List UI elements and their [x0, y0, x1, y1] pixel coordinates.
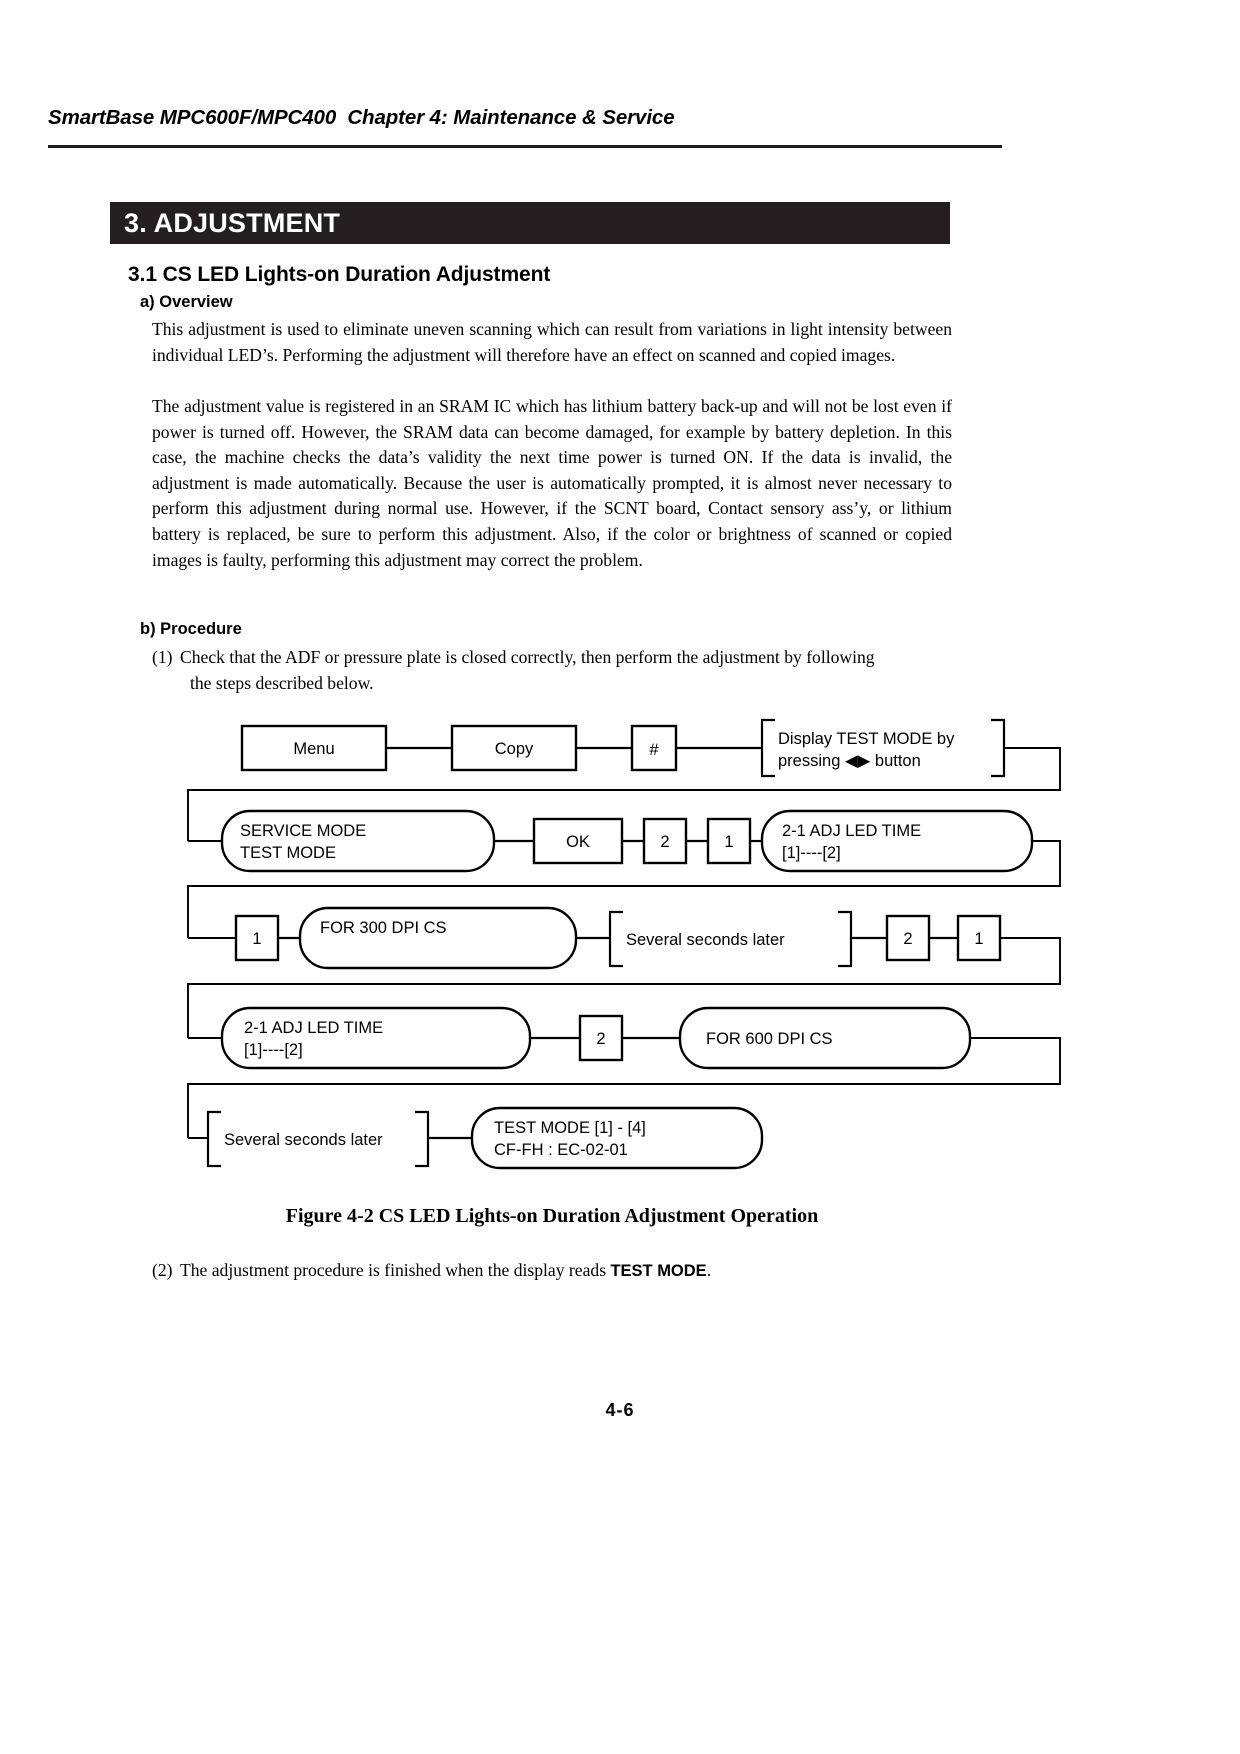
procedure-step-2: (2) The adjustment procedure is finished …: [152, 1258, 952, 1285]
flow-display-test-mode-result: [470, 1106, 764, 1170]
flow-label-hash: #: [649, 741, 659, 759]
flow-display-adj-led-time: [760, 809, 1034, 873]
page-number: 4-6: [605, 1400, 635, 1420]
step-1-continuation: the steps described below.: [190, 672, 374, 693]
flow-note-display-testmode-line1: Display TEST MODE by: [778, 730, 955, 748]
flow-label-key-1b-row3: 1: [974, 930, 983, 948]
running-header: SmartBase MPC600F/MPC400 Chapter 4: Main…: [48, 106, 675, 129]
flow-label-for-600dpi: FOR 600 DPI CS: [706, 1030, 833, 1048]
flow-label-adj-led-time-range: [1]----[2]: [782, 844, 841, 862]
step-2-number: (2): [152, 1260, 173, 1280]
flow-note-several-seconds-row3: Several seconds later: [626, 931, 785, 949]
overview-paragraph-2: The adjustment value is registered in an…: [152, 396, 952, 570]
flow-label-service-mode: SERVICE MODE: [240, 822, 366, 840]
subsection-heading-procedure: b) Procedure: [140, 620, 242, 638]
flow-display-adj-led-time-row4: [220, 1006, 532, 1070]
section-heading: 3.1 CS LED Lights-on Duration Adjustment: [128, 263, 551, 286]
flow-label-key-2-row3: 2: [903, 930, 912, 948]
flow-label-ok: OK: [566, 833, 590, 851]
step-1-number: (1): [152, 647, 173, 667]
procedure-step-1: (1) Check that the ADF or pressure plate …: [152, 645, 952, 696]
flow-note-display-testmode-line2: pressing ◀▶ button: [778, 752, 921, 770]
flow-label-copy: Copy: [495, 740, 534, 758]
flow-label-for-300dpi: FOR 300 DPI CS: [320, 919, 447, 937]
flow-note-several-seconds-row5: Several seconds later: [224, 1131, 383, 1149]
step-2-emphasis: TEST MODE: [610, 1262, 707, 1280]
flow-label-adj-led-time-range-row4: [1]----[2]: [244, 1041, 303, 1059]
chapter-title-bar: 3. ADJUSTMENT: [110, 202, 950, 244]
flow-label-key-2-row4: 2: [596, 1030, 605, 1048]
step-1-text: Check that the ADF or pressure plate is …: [180, 647, 875, 667]
flow-label-test-mode: TEST MODE: [240, 844, 336, 862]
flow-label-key-2: 2: [660, 833, 669, 851]
step-2-text-before: The adjustment procedure is finished whe…: [180, 1260, 611, 1280]
header-rule: [48, 145, 1002, 148]
flow-label-adj-led-time: 2-1 ADJ LED TIME: [782, 822, 921, 840]
flow-label-key-1: 1: [724, 833, 733, 851]
figure-caption: Figure 4-2 CS LED Lights-on Duration Adj…: [285, 1205, 819, 1227]
flow-display-service-mode: [220, 809, 496, 873]
chapter-title-label: 3. ADJUSTMENT: [124, 208, 341, 238]
flow-label-cf-fh-code: CF-FH : EC-02-01: [494, 1141, 628, 1159]
flowchart-figure: Menu Copy # Display TEST MODE by pressin…: [0, 706, 1240, 1186]
flow-label-adj-led-time-row4: 2-1 ADJ LED TIME: [244, 1019, 383, 1037]
overview-paragraph-1: This adjustment is used to eliminate une…: [152, 319, 952, 365]
document-page: SmartBase MPC600F/MPC400 Chapter 4: Main…: [0, 0, 1240, 1754]
flow-label-key-1-row3: 1: [252, 930, 261, 948]
subsection-heading-overview: a) Overview: [140, 293, 233, 311]
flow-label-test-mode-range: TEST MODE [1] - [4]: [494, 1119, 646, 1137]
flow-display-for-300dpi: [298, 906, 578, 970]
flow-label-menu: Menu: [293, 740, 334, 758]
step-2-text-after: .: [706, 1260, 712, 1280]
